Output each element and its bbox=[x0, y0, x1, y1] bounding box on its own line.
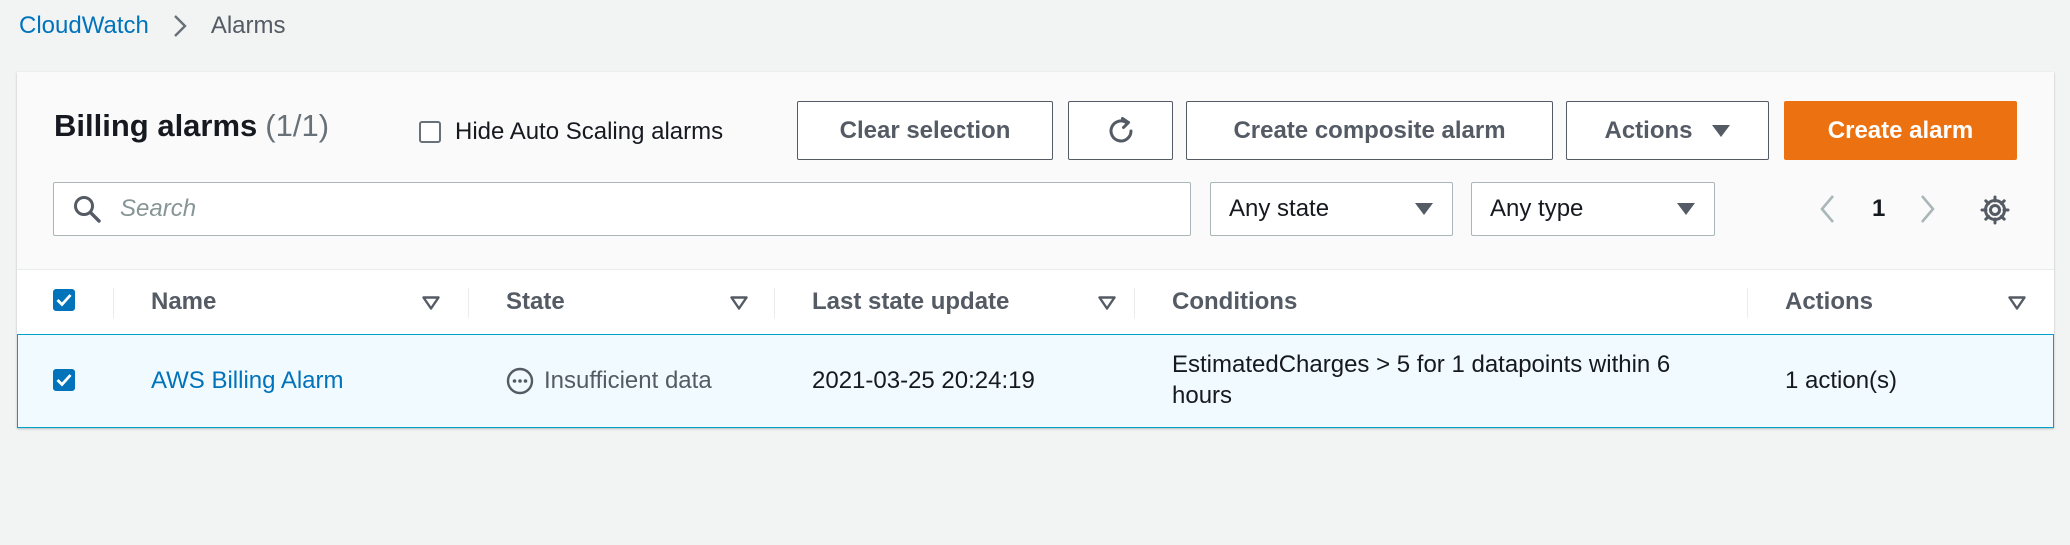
table-row[interactable]: AWS Billing Alarm Insufficient data 2021… bbox=[17, 334, 2054, 428]
search-field[interactable] bbox=[53, 182, 1191, 236]
breadcrumb: CloudWatch Alarms bbox=[19, 8, 286, 44]
sort-caret-icon[interactable] bbox=[2008, 296, 2026, 315]
search-input[interactable] bbox=[118, 194, 1118, 224]
state-filter-select[interactable]: Any state bbox=[1210, 182, 1453, 236]
column-header-conditions: Conditions bbox=[1172, 288, 1298, 315]
alarm-conditions: EstimatedCharges > 5 for 1 datapoints wi… bbox=[1172, 349, 1670, 411]
create-composite-alarm-button[interactable]: Create composite alarm bbox=[1186, 101, 1553, 160]
column-header-actions[interactable]: Actions bbox=[1785, 270, 1873, 334]
alarm-state-label: Insufficient data bbox=[544, 367, 712, 394]
actions-dropdown-button[interactable]: Actions bbox=[1566, 101, 1769, 160]
condition-line: EstimatedCharges > 5 for 1 datapoints wi… bbox=[1172, 351, 1671, 378]
search-icon bbox=[72, 194, 102, 224]
alarm-name-link[interactable]: AWS Billing Alarm bbox=[151, 335, 344, 427]
column-header-last-state-update[interactable]: Last state update bbox=[812, 270, 1009, 334]
column-divider bbox=[113, 288, 114, 318]
create-alarm-button[interactable]: Create alarm bbox=[1784, 101, 2017, 160]
refresh-button[interactable] bbox=[1068, 101, 1173, 160]
insufficient-data-icon bbox=[506, 367, 534, 395]
breadcrumb-current: Alarms bbox=[210, 12, 286, 39]
sort-caret-icon[interactable] bbox=[730, 296, 748, 315]
checkbox-box[interactable] bbox=[419, 121, 441, 143]
alarms-panel: Billing alarms (1/1) Hide Auto Scaling al… bbox=[17, 72, 2054, 428]
title-text: Billing alarms bbox=[54, 108, 258, 143]
type-filter-value: Any type bbox=[1490, 195, 1584, 222]
condition-line: hours bbox=[1172, 382, 1233, 409]
chevron-left-icon[interactable] bbox=[1812, 194, 1842, 224]
column-divider bbox=[468, 288, 469, 318]
pagination: 1 bbox=[1812, 186, 1943, 232]
alarm-state: Insufficient data bbox=[506, 335, 712, 427]
column-divider bbox=[1134, 288, 1135, 318]
checkbox-box bbox=[53, 369, 75, 391]
caret-down-icon bbox=[1676, 202, 1696, 216]
alarm-last-update: 2021-03-25 20:24:19 bbox=[812, 367, 1035, 394]
breadcrumb-cloudwatch-link[interactable]: CloudWatch bbox=[19, 12, 149, 40]
column-divider bbox=[774, 288, 775, 318]
caret-down-icon bbox=[1414, 202, 1434, 216]
page-title: Billing alarms (1/1) bbox=[54, 108, 329, 144]
clear-selection-button[interactable]: Clear selection bbox=[797, 101, 1053, 160]
column-header-state[interactable]: State bbox=[506, 270, 565, 334]
hide-autoscaling-label: Hide Auto Scaling alarms bbox=[455, 118, 724, 145]
type-filter-select[interactable]: Any type bbox=[1471, 182, 1715, 236]
caret-down-icon bbox=[1711, 124, 1731, 138]
select-all-checkbox[interactable] bbox=[53, 289, 75, 312]
actions-label: Actions bbox=[1604, 116, 1693, 144]
sort-caret-icon[interactable] bbox=[1098, 296, 1116, 315]
checkbox-box bbox=[53, 289, 75, 311]
chevron-right-icon[interactable] bbox=[1913, 194, 1943, 224]
title-count: (1/1) bbox=[265, 108, 330, 143]
hide-autoscaling-checkbox[interactable]: Hide Auto Scaling alarms bbox=[419, 118, 723, 146]
row-checkbox[interactable] bbox=[53, 369, 75, 392]
gear-icon[interactable] bbox=[1979, 194, 2011, 226]
column-header-name[interactable]: Name bbox=[151, 270, 216, 334]
state-filter-value: Any state bbox=[1229, 195, 1330, 222]
page-number[interactable]: 1 bbox=[1872, 195, 1885, 223]
alarm-actions: 1 action(s) bbox=[1785, 367, 1898, 394]
chevron-right-icon bbox=[173, 14, 187, 38]
column-divider bbox=[1747, 288, 1748, 318]
refresh-icon bbox=[1105, 115, 1137, 147]
sort-caret-icon[interactable] bbox=[422, 296, 440, 315]
